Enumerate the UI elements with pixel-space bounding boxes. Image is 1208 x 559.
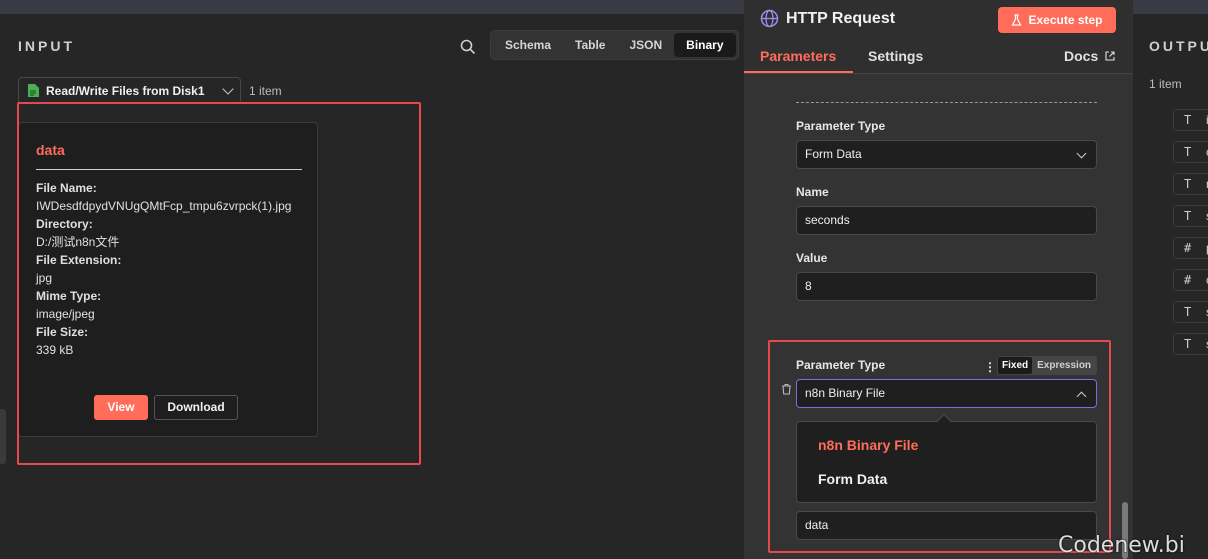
scrollbar-track[interactable] bbox=[1120, 74, 1129, 559]
panel-resize-handle[interactable] bbox=[0, 409, 6, 464]
tab-json[interactable]: JSON bbox=[617, 33, 674, 57]
docs-label: Docs bbox=[1064, 48, 1099, 64]
tab-divider bbox=[744, 73, 1133, 74]
input-panel-title: INPUT bbox=[18, 38, 75, 54]
output-field-row[interactable]: Tc bbox=[1173, 141, 1208, 163]
parameter-type-value: Form Data bbox=[805, 147, 862, 161]
output-field-row[interactable]: #c bbox=[1173, 269, 1208, 291]
string-type-icon: T bbox=[1184, 145, 1192, 159]
name-input[interactable]: seconds bbox=[796, 206, 1097, 235]
string-type-icon: T bbox=[1184, 337, 1192, 351]
execute-step-label: Execute step bbox=[1028, 13, 1103, 27]
output-item-count: 1 item bbox=[1149, 77, 1182, 91]
execute-step-button[interactable]: Execute step bbox=[998, 7, 1116, 33]
output-field-row[interactable]: Tn bbox=[1173, 173, 1208, 195]
string-type-icon: T bbox=[1184, 113, 1192, 127]
flask-icon bbox=[1011, 14, 1022, 26]
output-field-row[interactable]: Ts bbox=[1173, 301, 1208, 323]
chevron-down-icon bbox=[222, 82, 234, 95]
tab-schema[interactable]: Schema bbox=[493, 33, 563, 57]
annotation-highlight-input bbox=[17, 102, 421, 465]
value-input[interactable]: 8 bbox=[796, 272, 1097, 301]
external-link-icon bbox=[1105, 51, 1115, 61]
parameter-type-select[interactable]: Form Data bbox=[796, 140, 1097, 169]
number-type-icon: # bbox=[1184, 273, 1192, 287]
output-panel-title: OUTPUT bbox=[1149, 38, 1208, 54]
chevron-down-icon bbox=[1076, 148, 1087, 159]
globe-icon bbox=[760, 9, 779, 28]
view-mode-tabs: Schema Table JSON Binary bbox=[490, 30, 739, 60]
docs-link[interactable]: Docs bbox=[1064, 48, 1115, 64]
node-tabs: Parameters Settings Docs bbox=[744, 42, 1133, 74]
search-icon[interactable] bbox=[459, 38, 477, 56]
output-field-row[interactable]: #p bbox=[1173, 237, 1208, 259]
output-field-row[interactable]: Ts bbox=[1173, 333, 1208, 355]
node-title: HTTP Request bbox=[786, 10, 896, 27]
tab-table[interactable]: Table bbox=[563, 33, 617, 57]
string-type-icon: T bbox=[1184, 209, 1192, 223]
parameter-type-label: Parameter Type bbox=[796, 119, 886, 133]
input-node-label: Read/Write Files from Disk1 bbox=[46, 83, 205, 98]
number-type-icon: # bbox=[1184, 241, 1192, 255]
output-field-row[interactable]: Ti bbox=[1173, 109, 1208, 131]
tab-parameters[interactable]: Parameters bbox=[760, 48, 836, 64]
string-type-icon: T bbox=[1184, 305, 1192, 319]
string-type-icon: T bbox=[1184, 177, 1192, 191]
tab-settings[interactable]: Settings bbox=[868, 48, 923, 64]
input-node-select[interactable]: Read/Write Files from Disk1 bbox=[18, 77, 241, 104]
tab-binary[interactable]: Binary bbox=[674, 33, 736, 57]
output-field-row[interactable]: Ts bbox=[1173, 205, 1208, 227]
watermark: Codenew.bi bbox=[1058, 533, 1185, 558]
dashed-divider bbox=[796, 102, 1097, 103]
value-label: Value bbox=[796, 251, 828, 265]
output-panel: OUTPUT 1 item Ti Tc Tn Ts #p #c Ts Ts bbox=[1133, 14, 1208, 559]
annotation-highlight-param bbox=[768, 340, 1111, 553]
node-header: HTTP Request Execute step Parameters Set… bbox=[744, 0, 1133, 74]
file-node-icon bbox=[28, 84, 39, 97]
name-label: Name bbox=[796, 185, 829, 199]
input-item-count: 1 item bbox=[249, 84, 282, 98]
